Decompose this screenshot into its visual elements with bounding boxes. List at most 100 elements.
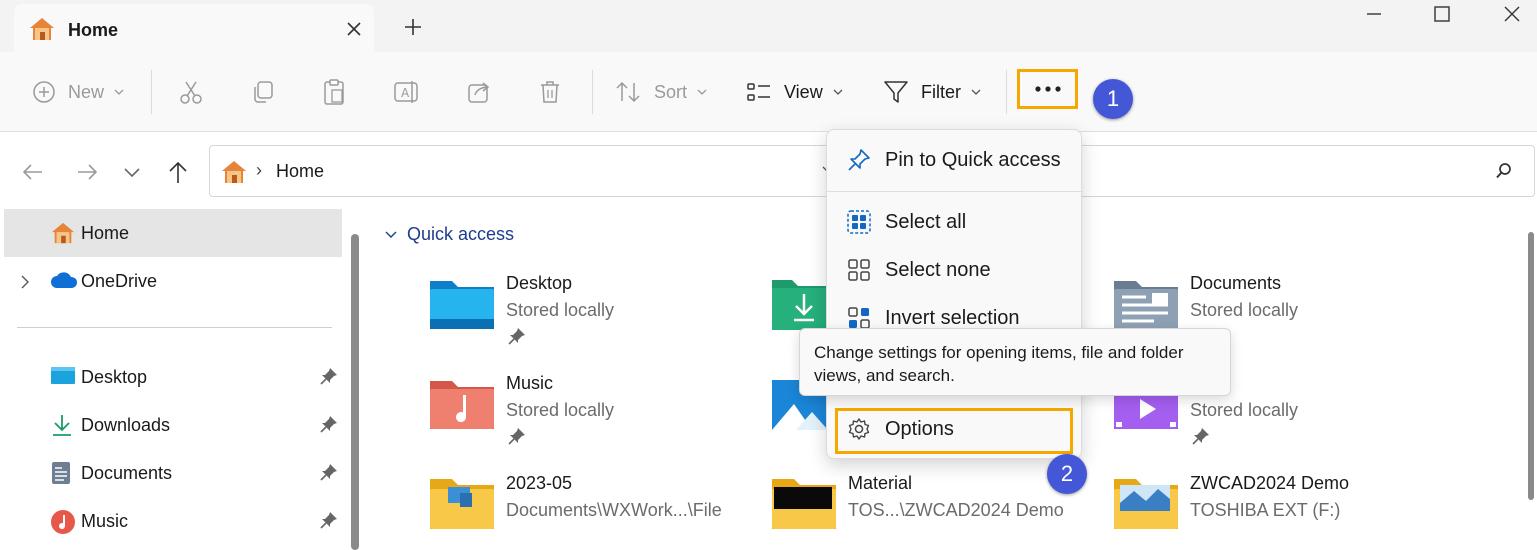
quick-access-tile[interactable]: Desktop Stored locally bbox=[430, 273, 760, 363]
tile-subtitle: Stored locally bbox=[506, 400, 615, 420]
tab-title: Home bbox=[68, 20, 119, 40]
tile-name: 2023-05 bbox=[506, 473, 573, 493]
menu-item-select-none[interactable]: Select none bbox=[827, 250, 1083, 290]
home-icon bbox=[220, 159, 248, 190]
folder-icon bbox=[430, 473, 494, 536]
content-scrollbar[interactable] bbox=[1528, 232, 1534, 500]
folder-icon bbox=[772, 473, 836, 536]
divider bbox=[827, 191, 1083, 192]
music-icon bbox=[50, 509, 76, 540]
menu-item-label: Select all bbox=[885, 211, 967, 233]
step-badge-1: 1 bbox=[1093, 79, 1133, 119]
navigation-pane: Home OneDrive Desktop Downloads Document… bbox=[0, 206, 370, 550]
scissors-icon bbox=[180, 81, 202, 104]
pin-icon[interactable] bbox=[320, 367, 338, 390]
chevron-down-icon bbox=[385, 231, 397, 238]
sidebar-item-label: Documents bbox=[81, 463, 173, 483]
tile-name: ZWCAD2024 Demo bbox=[1190, 473, 1350, 493]
sidebar-item-downloads[interactable]: Downloads bbox=[4, 401, 342, 449]
folder-icon bbox=[1114, 473, 1178, 536]
menu-item-select-all[interactable]: Select all bbox=[827, 202, 1083, 242]
desktop-icon bbox=[50, 365, 76, 392]
forward-arrow-icon[interactable] bbox=[74, 159, 100, 185]
sidebar-item-label: Music bbox=[81, 511, 129, 531]
home-icon bbox=[50, 221, 76, 250]
options-tooltip: Change settings for opening items, file … bbox=[799, 328, 1231, 396]
up-arrow-icon[interactable] bbox=[165, 159, 191, 185]
pin-icon[interactable] bbox=[320, 415, 338, 438]
tile-subtitle: TOS...\ZWCAD2024 Demo bbox=[848, 500, 1064, 520]
share-button[interactable] bbox=[466, 76, 492, 108]
sidebar-item-music[interactable]: Music bbox=[4, 497, 342, 545]
quick-access-tile[interactable]: 2023-05 Documents\WXWork...\File bbox=[430, 473, 760, 550]
divider bbox=[151, 70, 152, 114]
filter-button[interactable]: Filter bbox=[883, 76, 981, 108]
trash-icon bbox=[541, 81, 559, 103]
copy-button[interactable] bbox=[250, 76, 276, 108]
step-badge-2: 2 bbox=[1047, 454, 1087, 494]
tab-home[interactable]: Home bbox=[14, 4, 374, 52]
menu-item-label: Select none bbox=[885, 259, 991, 281]
sidebar-item-label: Desktop bbox=[81, 367, 148, 387]
new-tab-icon[interactable] bbox=[400, 14, 426, 40]
view-button[interactable]: View bbox=[746, 76, 843, 108]
quick-access-header[interactable]: Quick access bbox=[385, 224, 514, 245]
section-title: Quick access bbox=[407, 224, 515, 244]
pin-icon[interactable] bbox=[320, 463, 338, 486]
chevron-down-icon bbox=[114, 89, 124, 95]
divider bbox=[1006, 70, 1007, 114]
chevron-right-icon[interactable] bbox=[20, 273, 30, 294]
pin-icon bbox=[508, 327, 526, 350]
maximize-icon[interactable] bbox=[1432, 4, 1452, 24]
sort-button[interactable]: Sort bbox=[614, 76, 707, 108]
close-tab-icon[interactable] bbox=[344, 19, 364, 39]
sidebar-item-onedrive[interactable]: OneDrive bbox=[4, 257, 342, 305]
filter-label: Filter bbox=[921, 81, 961, 102]
rename-icon: A bbox=[394, 81, 418, 103]
sort-label: Sort bbox=[654, 81, 688, 102]
command-bar: New A Sort View Filter 1 bbox=[0, 52, 1537, 132]
sidebar-item-label: Downloads bbox=[81, 415, 171, 435]
menu-item-label: Invert selection bbox=[885, 307, 1020, 329]
share-icon bbox=[468, 82, 490, 103]
sidebar-item-documents[interactable]: Documents bbox=[4, 449, 342, 497]
see-more-menu: Pin to Quick access Select all Select no… bbox=[826, 129, 1083, 459]
menu-item-pin-to-quick-access[interactable]: Pin to Quick access bbox=[827, 140, 1083, 180]
add-circle-icon bbox=[33, 81, 55, 103]
see-more-button[interactable] bbox=[1017, 69, 1078, 109]
quick-access-tile[interactable]: ZWCAD2024 Demo TOSHIBA EXT (F:) bbox=[1114, 473, 1444, 550]
back-arrow-icon[interactable] bbox=[20, 159, 46, 185]
tile-subtitle: TOSHIBA EXT (F:) bbox=[1190, 500, 1341, 520]
tile-name: Material bbox=[848, 473, 913, 493]
pin-icon[interactable] bbox=[320, 511, 338, 534]
breadcrumb[interactable]: Home bbox=[276, 161, 324, 182]
chevron-down-icon bbox=[697, 89, 707, 95]
title-bar: Home bbox=[0, 0, 1537, 52]
close-window-icon[interactable] bbox=[1502, 4, 1522, 24]
download-icon bbox=[50, 413, 74, 442]
cloud-icon bbox=[50, 269, 78, 296]
tile-subtitle: Stored locally bbox=[1190, 400, 1299, 420]
rename-button[interactable]: A bbox=[393, 76, 421, 108]
pin-icon bbox=[1192, 427, 1210, 450]
search-icon[interactable] bbox=[1495, 162, 1513, 185]
more-icon bbox=[1034, 86, 1061, 92]
document-icon bbox=[50, 461, 72, 490]
minimize-icon[interactable] bbox=[1364, 4, 1384, 24]
sort-icon bbox=[616, 81, 640, 103]
delete-button[interactable] bbox=[538, 76, 562, 108]
view-label: View bbox=[784, 81, 823, 102]
paste-button[interactable] bbox=[321, 76, 347, 108]
sidebar-item-home[interactable]: Home bbox=[4, 209, 342, 257]
select-all-icon bbox=[847, 210, 871, 240]
tile-subtitle: Documents\WXWork...\File bbox=[506, 500, 722, 520]
quick-access-tile[interactable]: Music Stored locally bbox=[430, 373, 760, 463]
sidebar-scrollbar[interactable] bbox=[351, 234, 359, 550]
new-button[interactable]: New bbox=[32, 76, 124, 108]
tile-name: Music bbox=[506, 373, 554, 393]
sidebar-item-desktop[interactable]: Desktop bbox=[4, 353, 342, 401]
recent-locations-icon[interactable] bbox=[119, 159, 145, 185]
filter-icon bbox=[884, 81, 908, 103]
breadcrumb-separator-icon: › bbox=[256, 160, 262, 180]
cut-button[interactable] bbox=[178, 76, 204, 108]
